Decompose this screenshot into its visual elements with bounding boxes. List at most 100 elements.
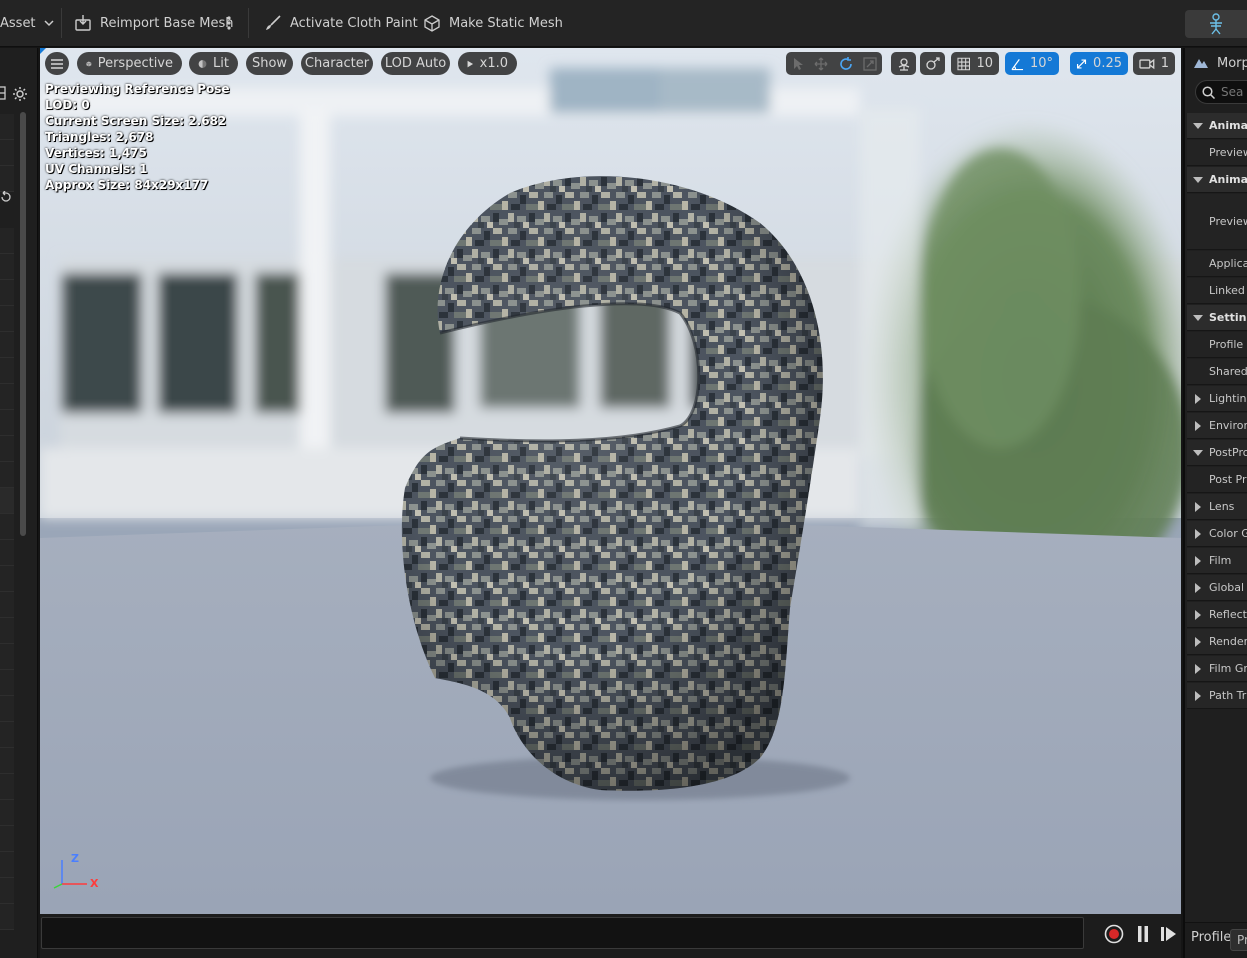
list-item[interactable] — [0, 592, 14, 618]
camera-speed-value: 1 — [1160, 56, 1169, 71]
lod-button[interactable]: LOD Auto — [381, 52, 450, 75]
activate-cloth-paint-button[interactable]: Activate Cloth Paint — [264, 8, 418, 38]
undo-icon[interactable] — [0, 191, 12, 203]
move-icon[interactable] — [814, 57, 828, 71]
subcategory-row[interactable]: Lens — [1187, 494, 1247, 520]
property-row[interactable]: Shared — [1187, 359, 1247, 385]
collapsed-arrow-icon — [1195, 420, 1201, 431]
asset-menu[interactable]: Asset — [0, 8, 54, 38]
subcategory-row[interactable]: Global I — [1187, 575, 1247, 601]
perspective-button[interactable]: Perspective — [77, 52, 182, 75]
rotation-snap-button[interactable]: 10° — [1005, 52, 1059, 75]
list-item[interactable] — [0, 280, 14, 306]
show-button[interactable]: Show — [246, 52, 293, 75]
play-icon — [467, 60, 474, 67]
collapsed-arrow-icon — [1195, 636, 1201, 647]
subcategory-row[interactable]: Color G — [1187, 521, 1247, 547]
list-item[interactable] — [0, 514, 14, 540]
left-panel-scrollbar[interactable] — [20, 112, 26, 536]
expand-arrow-icon — [1193, 176, 1203, 183]
viewport[interactable]: Perspective Lit Show Character LOD Auto … — [40, 48, 1181, 914]
make-static-mesh-button[interactable]: Make Static Mesh — [423, 8, 563, 38]
list-item[interactable] — [0, 722, 14, 748]
list-item[interactable] — [0, 488, 14, 514]
gear-icon[interactable] — [12, 86, 28, 102]
skeleton-mode-button[interactable] — [1185, 10, 1247, 38]
list-item[interactable] — [0, 228, 14, 254]
property-row[interactable]: Applica — [1187, 251, 1247, 277]
subcategory-row[interactable]: Film — [1187, 548, 1247, 574]
list-item[interactable] — [0, 774, 14, 800]
subcategory-row[interactable]: Environ — [1187, 413, 1247, 439]
list-item[interactable] — [0, 384, 14, 410]
list-item[interactable] — [0, 254, 14, 280]
list-item[interactable] — [0, 306, 14, 332]
list-item[interactable] — [0, 618, 14, 644]
step-forward-button[interactable] — [1159, 924, 1179, 944]
panel-tab-morph[interactable]: Morph — [1193, 52, 1247, 74]
camera-speed-button[interactable]: 1 — [1133, 52, 1175, 75]
character-button[interactable]: Character — [301, 52, 373, 75]
playback-speed-button[interactable]: x1.0 — [458, 52, 517, 75]
property-row[interactable]: Preview — [1187, 194, 1247, 250]
list-item[interactable] — [0, 904, 14, 930]
collapsed-arrow-icon — [1195, 555, 1201, 566]
rotate-icon[interactable] — [838, 56, 854, 72]
grid-icon[interactable] — [0, 86, 6, 100]
world-local-toggle[interactable] — [891, 52, 916, 75]
list-item[interactable] — [0, 566, 14, 592]
subcategory-row[interactable]: Reflect — [1187, 602, 1247, 628]
property-row[interactable]: Post Pr — [1187, 467, 1247, 493]
subcategory-row[interactable]: Film Gr — [1187, 656, 1247, 682]
reimport-base-mesh-button[interactable]: Reimport Base Mesh — [74, 8, 234, 38]
list-item[interactable] — [0, 436, 14, 462]
list-item[interactable] — [0, 852, 14, 878]
property-row[interactable]: Linked — [1187, 278, 1247, 304]
panel-title: Morph — [1217, 55, 1247, 71]
list-item[interactable] — [0, 644, 14, 670]
lit-sphere-icon — [198, 59, 207, 68]
category-row[interactable]: Animati — [1187, 167, 1247, 193]
list-item[interactable] — [0, 358, 14, 384]
subcategory-row[interactable]: Lighting — [1187, 386, 1247, 412]
list-item[interactable] — [0, 462, 14, 488]
scale-snap-button[interactable]: 0.25 — [1070, 52, 1128, 75]
list-item[interactable] — [0, 670, 14, 696]
list-item[interactable] — [0, 800, 14, 826]
profile-dropdown[interactable]: Pr — [1230, 929, 1247, 951]
lit-mode-button[interactable]: Lit — [189, 52, 238, 75]
collapsed-arrow-icon — [1195, 528, 1201, 539]
chevron-down-icon — [44, 20, 54, 27]
expand-arrow-icon — [1193, 449, 1203, 456]
timeline-scrubber[interactable] — [41, 917, 1084, 949]
list-item[interactable] — [0, 696, 14, 722]
list-item[interactable] — [0, 166, 14, 192]
subcategory-row[interactable]: Path Tr — [1187, 683, 1247, 709]
property-row[interactable]: Preview — [1187, 140, 1247, 166]
list-item[interactable] — [0, 140, 14, 166]
asset-menu-label: Asset — [0, 15, 36, 31]
list-item[interactable] — [0, 748, 14, 774]
details-search-input[interactable]: Sea — [1195, 80, 1247, 104]
category-row[interactable]: Setting — [1187, 305, 1247, 331]
list-item[interactable] — [0, 878, 14, 904]
pause-button[interactable] — [1133, 924, 1153, 944]
select-icon[interactable] — [791, 57, 805, 71]
record-button[interactable] — [1104, 924, 1124, 944]
list-item[interactable] — [0, 410, 14, 436]
surface-snap-toggle[interactable] — [920, 52, 945, 75]
grid-snap-button[interactable]: 10 — [951, 52, 999, 75]
details-panel: Morph Sea Animati Preview Animati Previe… — [1183, 48, 1247, 958]
category-row[interactable]: Animati — [1187, 113, 1247, 139]
more-options-button[interactable] — [226, 8, 232, 38]
scale-icon[interactable] — [863, 56, 877, 71]
subcategory-row[interactable]: Render — [1187, 629, 1247, 655]
list-item[interactable] — [0, 114, 14, 140]
expand-arrow-icon — [1193, 314, 1203, 321]
list-item[interactable] — [0, 826, 14, 852]
subcategory-row[interactable]: PostPro — [1187, 440, 1247, 466]
property-row[interactable]: Profile — [1187, 332, 1247, 358]
viewport-menu-button[interactable] — [45, 52, 69, 75]
list-item[interactable] — [0, 540, 14, 566]
list-item[interactable] — [0, 332, 14, 358]
